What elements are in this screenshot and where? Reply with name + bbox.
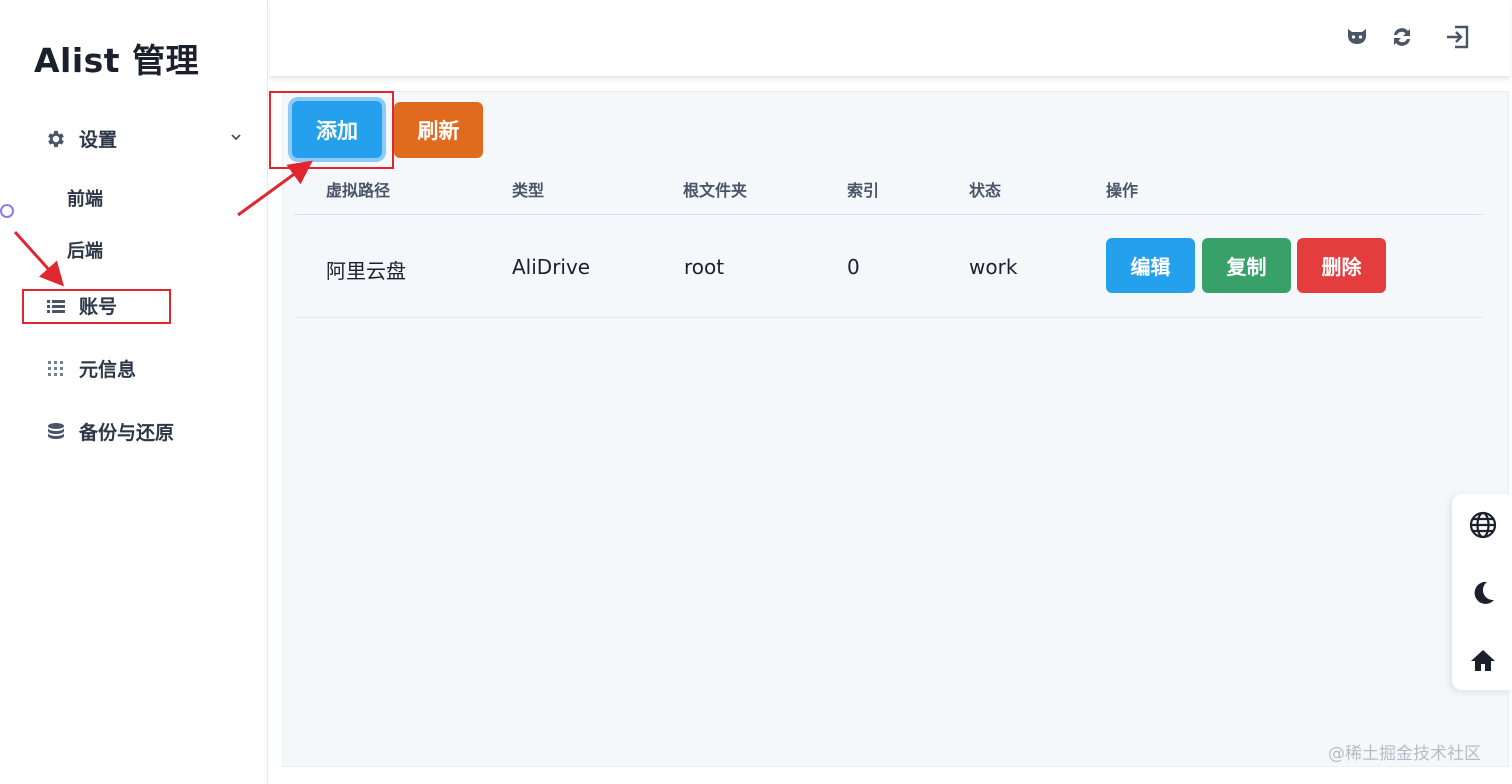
annotation-box-accounts <box>22 289 171 324</box>
refresh-button[interactable]: 刷新 <box>394 102 483 158</box>
delete-button[interactable]: 删除 <box>1297 238 1386 293</box>
main-content <box>282 91 1509 767</box>
database-icon <box>45 421 67 443</box>
sidebar-item-label: 元信息 <box>79 359 137 381</box>
logout-icon[interactable] <box>1443 22 1473 52</box>
sidebar-item-frontend[interactable]: 前端 <box>67 185 103 211</box>
cell-type: AliDrive <box>512 255 591 279</box>
column-header-index: 索引 <box>847 181 880 200</box>
moon-icon[interactable] <box>1467 577 1499 609</box>
cell-status: work <box>969 255 1018 279</box>
floating-tool-panel <box>1452 494 1512 690</box>
gear-icon <box>45 128 67 150</box>
table-header-divider <box>294 214 1483 215</box>
globe-icon[interactable] <box>1467 509 1499 541</box>
cell-path: 阿里云盘 <box>326 259 406 283</box>
sidebar-item-label: 备份与还原 <box>79 422 175 444</box>
top-header <box>270 0 1510 77</box>
column-header-path: 虚拟路径 <box>326 181 391 200</box>
sidebar: Alist 管理 设置 前端 后端 账号 元信息 备份与还原 <box>0 0 268 784</box>
chevron-down-icon[interactable] <box>229 130 243 144</box>
app-title: Alist 管理 <box>34 41 200 80</box>
copy-button[interactable]: 复制 <box>1202 238 1291 293</box>
column-header-type: 类型 <box>512 181 545 200</box>
edit-button[interactable]: 编辑 <box>1106 238 1195 293</box>
home-icon[interactable] <box>1467 644 1499 676</box>
github-icon[interactable] <box>1342 22 1372 52</box>
grid-dots-icon <box>45 358 67 380</box>
column-header-root: 根文件夹 <box>683 181 748 200</box>
table-row-divider <box>294 317 1483 318</box>
sidebar-item-settings[interactable]: 设置 <box>45 125 117 152</box>
sidebar-item-backend[interactable]: 后端 <box>67 237 103 263</box>
watermark: @稀土掘金技术社区 <box>1328 744 1481 764</box>
cell-index: 0 <box>847 255 860 279</box>
column-header-actions: 操作 <box>1106 181 1139 200</box>
sidebar-item-label: 设置 <box>79 129 118 151</box>
column-header-status: 状态 <box>969 181 1002 200</box>
sidebar-item-backup[interactable]: 备份与还原 <box>45 418 174 445</box>
annotation-box-add <box>269 91 394 169</box>
cell-root: root <box>684 255 725 279</box>
refresh-icon[interactable] <box>1387 22 1417 52</box>
sidebar-item-meta[interactable]: 元信息 <box>45 355 136 382</box>
